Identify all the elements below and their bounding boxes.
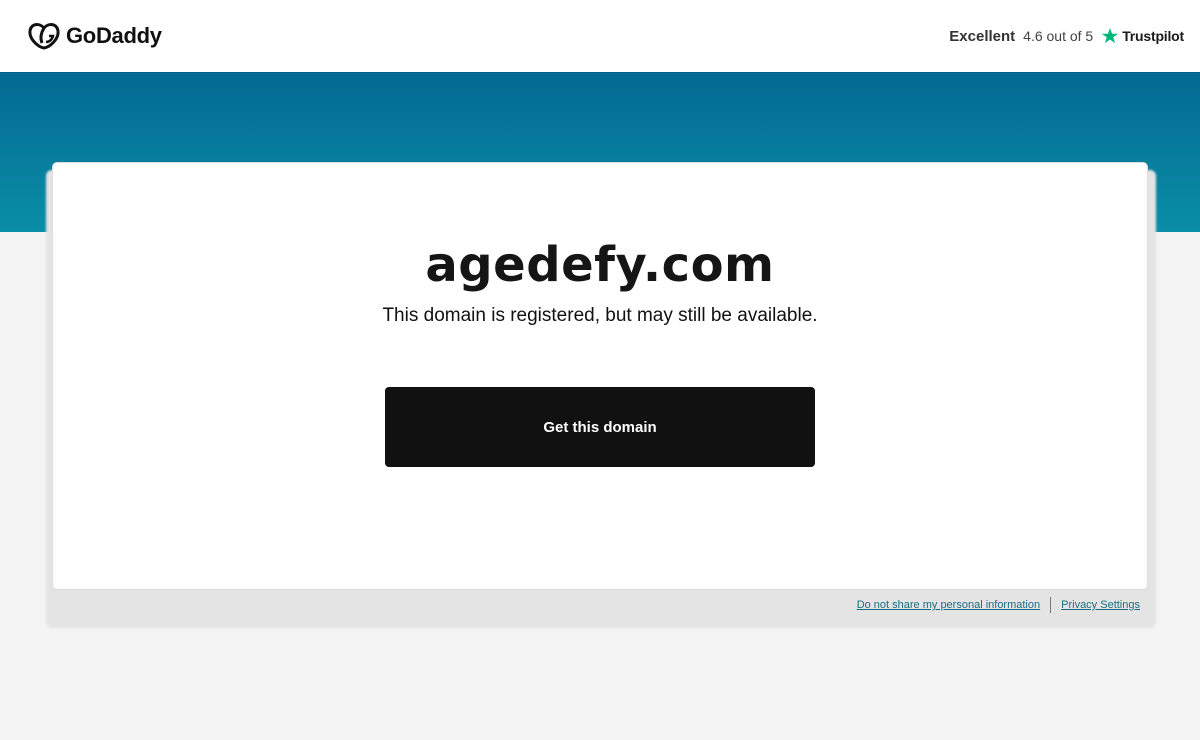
domain-name: agedefy.com bbox=[425, 237, 775, 293]
rating-score: 4.6 out of 5 bbox=[1023, 28, 1094, 44]
site-header: GoDaddy Excellent 4.6 out of 5 Trustpilo… bbox=[0, 0, 1200, 72]
godaddy-logo-icon bbox=[28, 22, 60, 50]
trustpilot-star-icon bbox=[1101, 27, 1119, 45]
godaddy-logo-link[interactable]: GoDaddy bbox=[28, 22, 162, 50]
footer-divider bbox=[1050, 597, 1052, 613]
trustpilot-badge: Trustpilot bbox=[1101, 27, 1184, 45]
footer-links: Do not share my personal information Pri… bbox=[857, 597, 1140, 613]
trustpilot-label: Trustpilot bbox=[1122, 28, 1184, 44]
domain-status: This domain is registered, but may still… bbox=[382, 305, 818, 326]
rating-word: Excellent bbox=[949, 27, 1016, 45]
trustpilot-rating[interactable]: Excellent 4.6 out of 5 Trustpilot bbox=[949, 27, 1184, 45]
get-domain-button[interactable]: Get this domain bbox=[385, 387, 815, 467]
brand-name: GoDaddy bbox=[66, 23, 162, 48]
do-not-share-link[interactable]: Do not share my personal information bbox=[857, 599, 1040, 611]
domain-card: agedefy.com This domain is registered, b… bbox=[52, 162, 1148, 590]
privacy-settings-link[interactable]: Privacy Settings bbox=[1061, 599, 1140, 611]
